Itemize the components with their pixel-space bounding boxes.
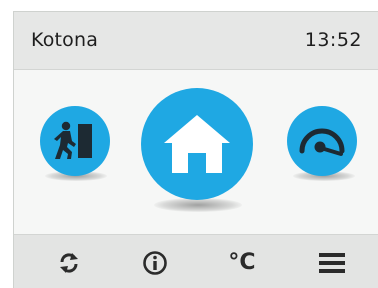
home-button-shadow bbox=[154, 198, 242, 212]
info-button[interactable] bbox=[125, 235, 185, 288]
refresh-icon bbox=[60, 252, 78, 273]
refresh-button[interactable] bbox=[39, 235, 99, 288]
location-title: Kotona bbox=[31, 29, 99, 51]
device-screen: Kotona 13:52 °C bbox=[13, 11, 378, 288]
menu-button[interactable] bbox=[302, 235, 362, 288]
temperature-unit-label: °C bbox=[228, 250, 256, 275]
speedometer-icon bbox=[299, 128, 345, 156]
boost-mode-button[interactable] bbox=[287, 106, 357, 176]
menu-icon bbox=[319, 252, 345, 273]
away-exit-icon bbox=[54, 121, 92, 159]
home-mode-button[interactable] bbox=[141, 88, 253, 200]
status-header: Kotona 13:52 bbox=[14, 12, 378, 70]
clock-time: 13:52 bbox=[304, 29, 362, 51]
bottom-toolbar: °C bbox=[14, 234, 378, 288]
info-icon bbox=[143, 250, 167, 275]
temperature-button[interactable]: °C bbox=[212, 235, 272, 288]
home-icon bbox=[164, 115, 230, 173]
mode-selector-area bbox=[14, 70, 378, 234]
away-mode-button[interactable] bbox=[40, 106, 110, 176]
